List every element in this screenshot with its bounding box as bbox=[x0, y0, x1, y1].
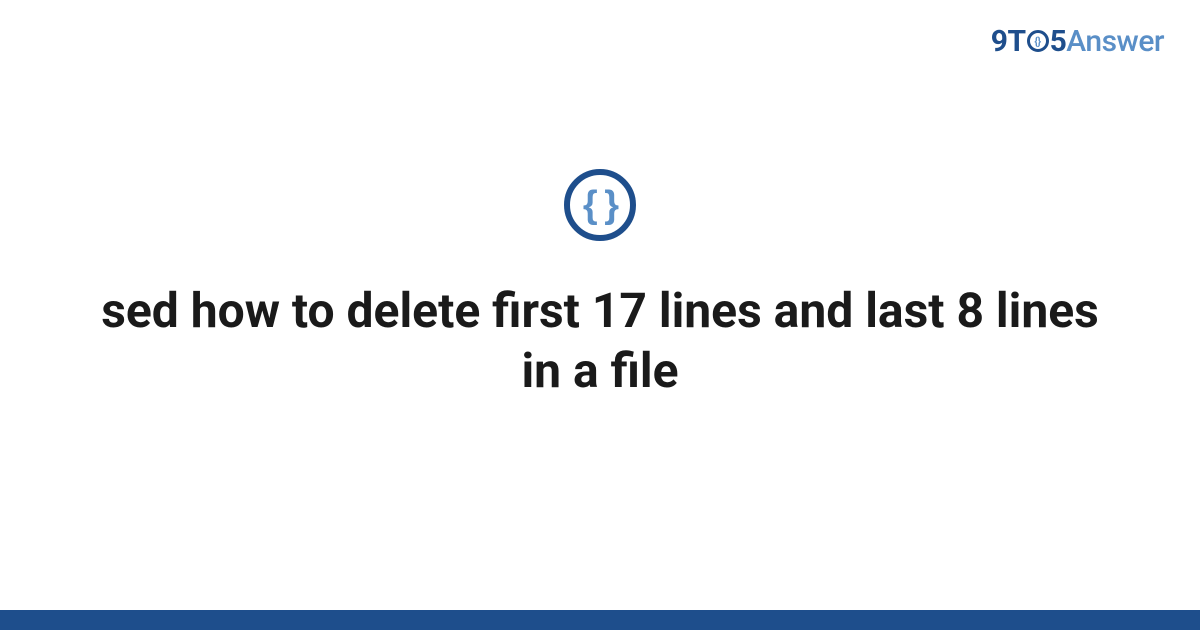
bottom-accent-bar bbox=[0, 610, 1200, 630]
braces-icon: { } bbox=[583, 186, 617, 224]
page-title: sed how to delete first 17 lines and las… bbox=[100, 281, 1100, 401]
main-content: { } sed how to delete first 17 lines and… bbox=[0, 0, 1200, 630]
code-icon: { } bbox=[564, 169, 636, 241]
